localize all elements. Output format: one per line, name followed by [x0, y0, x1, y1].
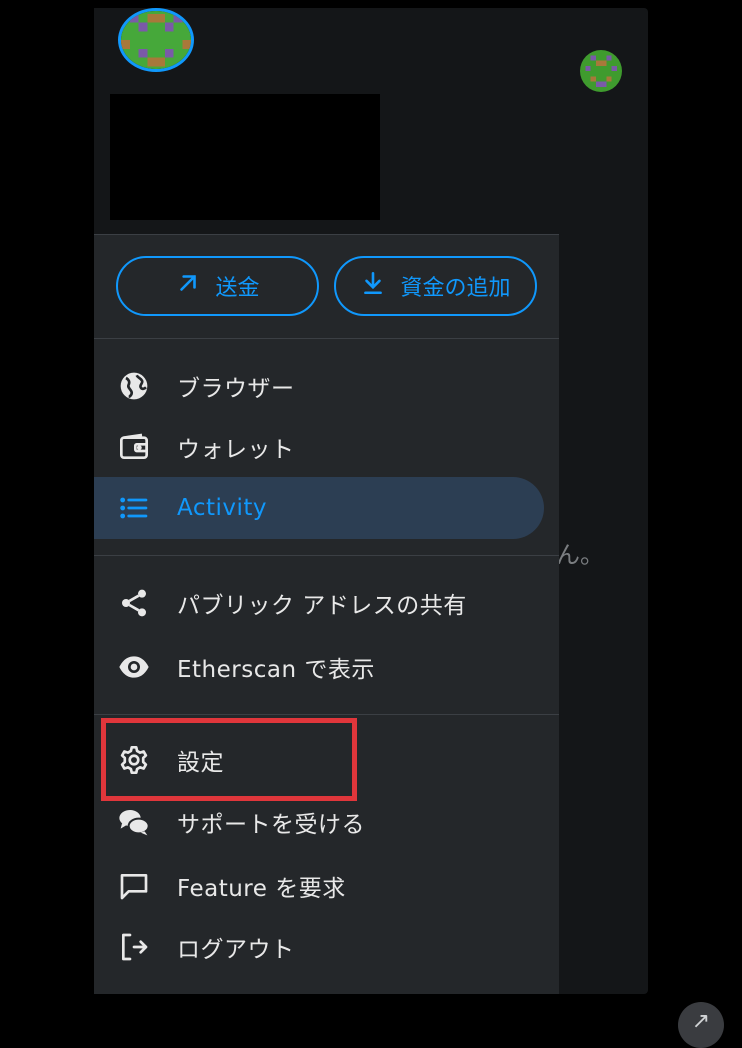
- logout-icon: [116, 929, 152, 965]
- send-button[interactable]: 送金: [116, 256, 319, 316]
- drawer-header: [94, 8, 559, 234]
- background-account-avatar[interactable]: [580, 50, 622, 92]
- menu-label-activity: Activity: [177, 495, 268, 521]
- settings-highlight-annotation: [101, 718, 357, 801]
- divider: [94, 555, 559, 556]
- download-icon: [360, 270, 386, 302]
- menu-label-share-address: パブリック アドレスの共有: [177, 593, 467, 619]
- eye-icon: [116, 649, 152, 685]
- menu-label-browser: ブラウザー: [177, 376, 295, 402]
- divider: [94, 234, 559, 235]
- arrow-up-right-icon: [175, 270, 201, 302]
- background-partial-text: ん。: [556, 541, 604, 569]
- menu-label-feature-request: Feature を要求: [177, 876, 346, 902]
- menu-label-etherscan: Etherscan で表示: [177, 657, 375, 683]
- menu-label-logout: ログアウト: [177, 937, 295, 963]
- menu-item-share-address[interactable]: パブリック アドレスの共有: [94, 572, 544, 634]
- menu-item-logout[interactable]: ログアウト: [94, 916, 544, 978]
- divider: [94, 338, 559, 339]
- wallet-icon: [116, 429, 152, 465]
- menu-item-etherscan[interactable]: Etherscan で表示: [94, 636, 544, 698]
- account-avatar[interactable]: [118, 8, 194, 72]
- divider: [94, 714, 559, 715]
- menu-item-browser[interactable]: ブラウザー: [94, 355, 544, 417]
- share-icon: [116, 585, 152, 621]
- menu-label-wallet: ウォレット: [177, 437, 295, 463]
- globe-icon: [116, 368, 152, 404]
- add-funds-button[interactable]: 資金の追加: [334, 256, 537, 316]
- list-icon: [116, 490, 152, 526]
- message-square-icon: [116, 868, 152, 904]
- menu-item-activity[interactable]: Activity: [94, 477, 544, 539]
- send-label: 送金: [215, 276, 260, 301]
- redacted-account-info: [110, 94, 380, 220]
- add-funds-label: 資金の追加: [400, 276, 511, 301]
- menu-item-feature-request[interactable]: Feature を要求: [94, 855, 544, 917]
- navigation-drawer: 送金 資金の追加 ブラウザー ウォレット Activity パブリック アドレス…: [94, 8, 559, 994]
- scroll-corner-button[interactable]: ↗: [678, 1002, 724, 1048]
- chat-bubbles-icon: [116, 804, 152, 840]
- menu-label-support: サポートを受ける: [177, 812, 365, 838]
- menu-item-wallet[interactable]: ウォレット: [94, 416, 544, 478]
